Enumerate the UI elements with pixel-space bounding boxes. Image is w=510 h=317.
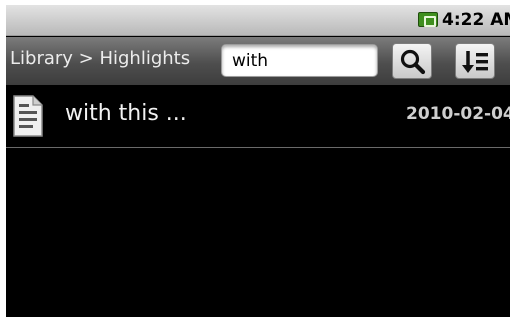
breadcrumb[interactable]: Library > Highlights <box>10 48 190 69</box>
search-button[interactable] <box>392 43 432 79</box>
status-clock: 4:22 AM <box>442 10 510 30</box>
app-screen: 4:22 AM Library > Highlights <box>6 5 510 317</box>
list-item-date: 2010-02-04 <box>406 104 510 124</box>
status-bar: 4:22 AM <box>6 5 510 36</box>
sort-button[interactable] <box>455 43 495 79</box>
device-frame: 4:22 AM Library > Highlights <box>0 0 510 317</box>
search-input[interactable] <box>221 44 378 77</box>
search-icon <box>400 49 426 75</box>
battery-icon <box>418 12 438 27</box>
document-icon <box>13 95 43 137</box>
list-empty-area <box>6 148 510 317</box>
list-item[interactable]: with this ... 2010-02-04 <box>6 85 510 147</box>
title-bar: Library > Highlights <box>6 37 510 85</box>
list-item-title: with this ... <box>65 101 187 126</box>
sort-icon <box>462 51 488 73</box>
